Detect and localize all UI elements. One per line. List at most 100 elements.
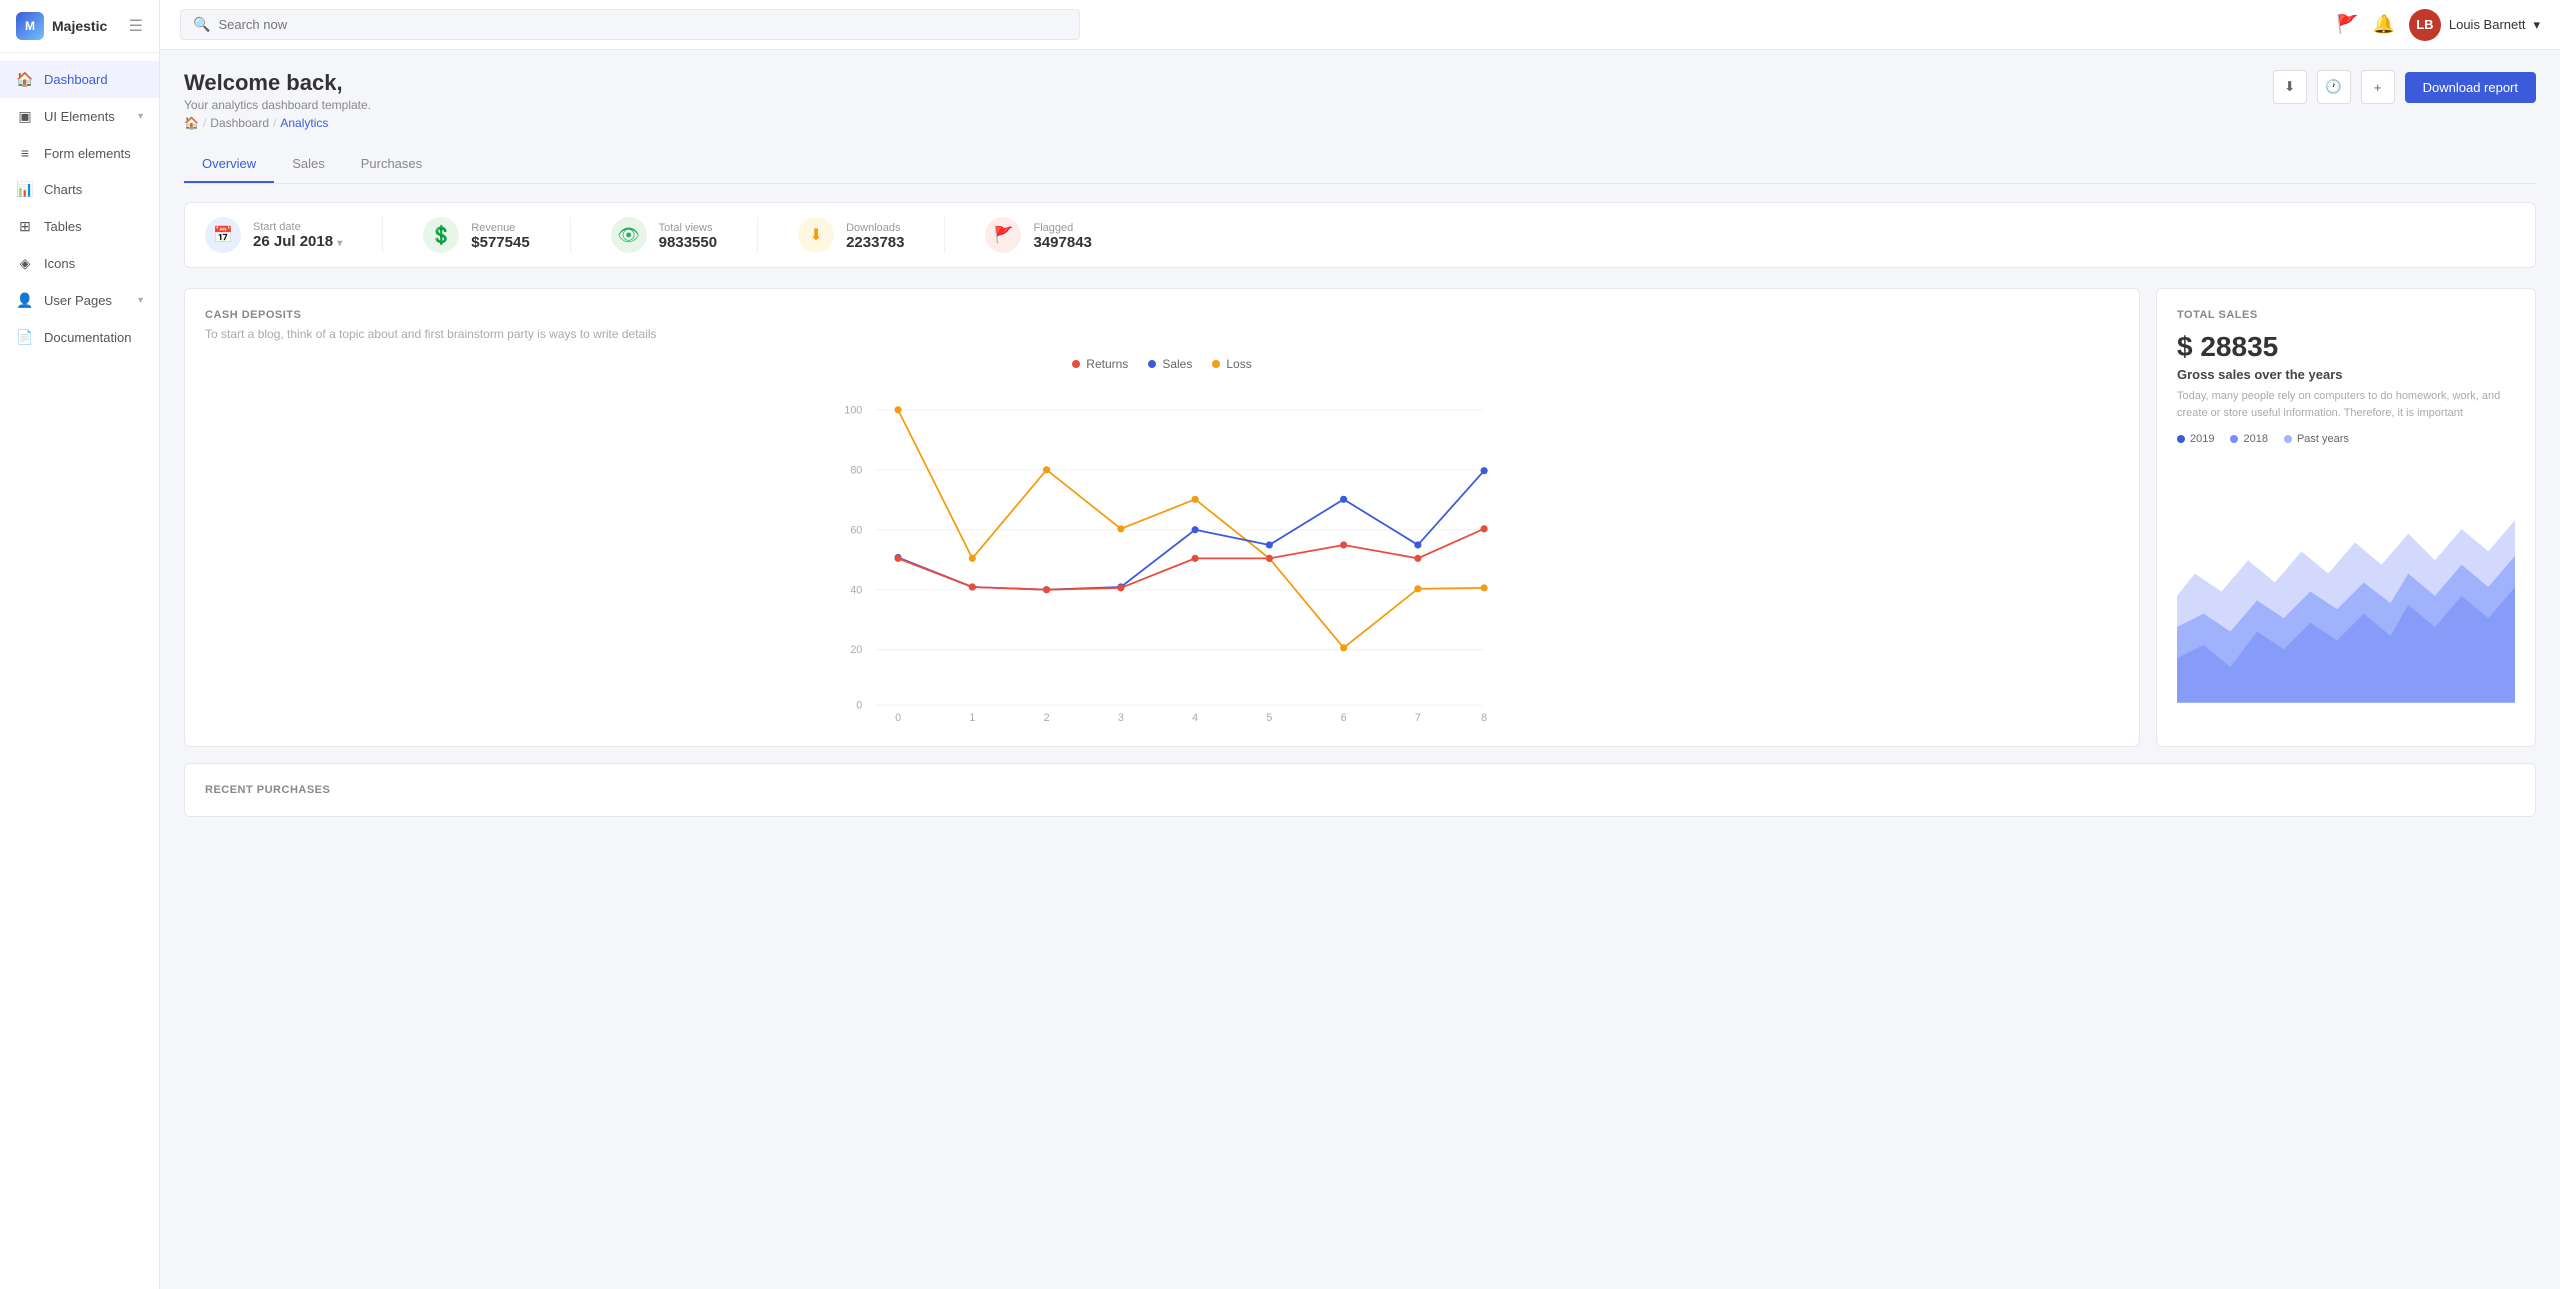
filter-icon[interactable]: ☰: [129, 16, 143, 36]
svg-text:1: 1: [969, 712, 975, 723]
total-views-block: Total views 9833550: [659, 219, 717, 251]
total-sales-card: TOTAL SALES $ 28835 Gross sales over the…: [2156, 288, 2536, 747]
page-subtitle: Your analytics dashboard template.: [184, 98, 371, 112]
total-sales-desc: Today, many people rely on computers to …: [2177, 388, 2515, 421]
sidebar-navigation: 🏠 Dashboard ▣ UI Elements ▾ ≡ Form eleme…: [0, 53, 159, 364]
past-years-dot: [2284, 435, 2292, 443]
returns-dot: [1072, 360, 1080, 368]
breadcrumb-dashboard[interactable]: Dashboard: [210, 116, 269, 130]
loss-dot: [1212, 360, 1220, 368]
recent-purchases-card: RECENT PURCHASES: [184, 763, 2536, 817]
svg-text:100: 100: [844, 404, 862, 416]
svg-text:60: 60: [850, 524, 862, 536]
svg-text:7: 7: [1415, 712, 1421, 723]
chevron-down-icon: ▾: [138, 295, 143, 306]
2019-dot: [2177, 435, 2185, 443]
sidebar-item-charts[interactable]: 📊 Charts: [0, 171, 159, 208]
download-icon-button[interactable]: ⬇: [2273, 70, 2307, 104]
user-name: Louis Barnett: [2449, 17, 2526, 32]
cash-deposits-subtitle: To start a blog, think of a topic about …: [205, 327, 2119, 341]
revenue-label: Revenue: [471, 222, 515, 234]
start-date-label: Start date: [253, 221, 342, 233]
stat-downloads: ⬇ Downloads 2233783: [798, 217, 904, 253]
legend-2019: 2019: [2177, 433, 2214, 445]
sidebar: M Majestic ☰ 🏠 Dashboard ▣ UI Elements ▾…: [0, 0, 160, 1289]
sidebar-item-user-pages[interactable]: 👤 User Pages ▾: [0, 282, 159, 319]
charts-grid: CASH DEPOSITS To start a blog, think of …: [184, 288, 2536, 747]
download-report-button[interactable]: Download report: [2405, 72, 2536, 103]
eye-icon: 👁: [611, 217, 647, 253]
svg-text:20: 20: [850, 644, 862, 656]
sidebar-item-tables[interactable]: ⊞ Tables: [0, 208, 159, 245]
svg-text:80: 80: [850, 464, 862, 476]
stat-revenue: 💲 Revenue $577545: [423, 217, 529, 253]
clock-icon-button[interactable]: 🕐: [2317, 70, 2351, 104]
line-chart: 100 80 60 40 20 0 0 1 2 3 4 5 6 7 8: [205, 383, 2119, 723]
flag-stat-icon: 🚩: [985, 217, 1021, 253]
sidebar-item-icons[interactable]: ◈ Icons: [0, 245, 159, 282]
sidebar-item-form-elements[interactable]: ≡ Form elements: [0, 135, 159, 171]
user-menu-arrow: ▾: [2533, 17, 2540, 33]
documentation-icon: 📄: [16, 329, 34, 346]
tab-sales[interactable]: Sales: [274, 146, 343, 183]
flagged-label: Flagged: [1033, 222, 1073, 234]
page-header: Welcome back, Your analytics dashboard t…: [184, 70, 2536, 130]
revenue-block: Revenue $577545: [471, 219, 529, 251]
tabs: Overview Sales Purchases: [184, 146, 2536, 184]
sidebar-item-documentation[interactable]: 📄 Documentation: [0, 319, 159, 356]
sidebar-item-label: Form elements: [44, 146, 131, 161]
user-pages-icon: 👤: [16, 292, 34, 309]
sidebar-item-dashboard[interactable]: 🏠 Dashboard: [0, 61, 159, 98]
legend-sales: Sales: [1148, 357, 1192, 371]
bell-icon[interactable]: 🔔: [2372, 14, 2394, 35]
tab-purchases[interactable]: Purchases: [343, 146, 440, 183]
sidebar-item-label: Icons: [44, 256, 75, 271]
sidebar-item-label: Charts: [44, 182, 82, 197]
sidebar-item-ui-elements[interactable]: ▣ UI Elements ▾: [0, 98, 159, 135]
svg-text:0: 0: [895, 712, 901, 723]
logo-text: Majestic: [52, 18, 107, 34]
topbar-actions: 🚩 🔔 LB Louis Barnett ▾: [2336, 9, 2540, 41]
ui-elements-icon: ▣: [16, 108, 34, 125]
chart-legend: Returns Sales Loss: [205, 357, 2119, 371]
user-menu[interactable]: LB Louis Barnett ▾: [2409, 9, 2540, 41]
start-date-block: Start date 26 Jul 2018 ▾: [253, 221, 342, 250]
total-views-label: Total views: [659, 222, 713, 234]
legend-2019-label: 2019: [2190, 433, 2214, 445]
calendar-icon: 📅: [205, 217, 241, 253]
logo-icon: M: [16, 12, 44, 40]
cash-deposits-card: CASH DEPOSITS To start a blog, think of …: [184, 288, 2140, 747]
dropdown-arrow[interactable]: ▾: [337, 238, 342, 249]
sales-dot: [1148, 360, 1156, 368]
form-elements-icon: ≡: [16, 145, 34, 161]
stat-total-views: 👁 Total views 9833550: [611, 217, 717, 253]
sidebar-item-label: Tables: [44, 219, 82, 234]
topbar: 🔍 🚩 🔔 LB Louis Barnett ▾: [160, 0, 2560, 50]
legend-returns-label: Returns: [1086, 357, 1128, 371]
recent-purchases-title: RECENT PURCHASES: [205, 784, 2515, 796]
legend-past-years: Past years: [2284, 433, 2349, 445]
2018-dot: [2230, 435, 2238, 443]
downloads-value: 2233783: [846, 234, 904, 251]
download-stat-icon: ⬇: [798, 217, 834, 253]
stats-row: 📅 Start date 26 Jul 2018 ▾ 💲 Revenue $57…: [184, 202, 2536, 268]
page-title-block: Welcome back, Your analytics dashboard t…: [184, 70, 371, 130]
search-box[interactable]: 🔍: [180, 9, 1080, 40]
search-input[interactable]: [218, 17, 1067, 32]
breadcrumb: 🏠 / Dashboard / Analytics: [184, 116, 371, 130]
start-date-value: 26 Jul 2018 ▾: [253, 233, 342, 250]
svg-text:5: 5: [1266, 712, 1272, 723]
legend-loss-label: Loss: [1226, 357, 1251, 371]
flag-icon[interactable]: 🚩: [2336, 14, 2358, 35]
breadcrumb-home-icon: 🏠: [184, 116, 199, 130]
sidebar-item-label: User Pages: [44, 293, 112, 308]
tab-overview[interactable]: Overview: [184, 146, 274, 183]
dashboard-icon: 🏠: [16, 71, 34, 88]
svg-text:6: 6: [1341, 712, 1347, 723]
chevron-down-icon: ▾: [138, 111, 143, 122]
plus-icon-button[interactable]: +: [2361, 70, 2395, 104]
revenue-icon: 💲: [423, 217, 459, 253]
svg-text:2: 2: [1044, 712, 1050, 723]
legend-returns: Returns: [1072, 357, 1128, 371]
legend-2018-label: 2018: [2243, 433, 2267, 445]
